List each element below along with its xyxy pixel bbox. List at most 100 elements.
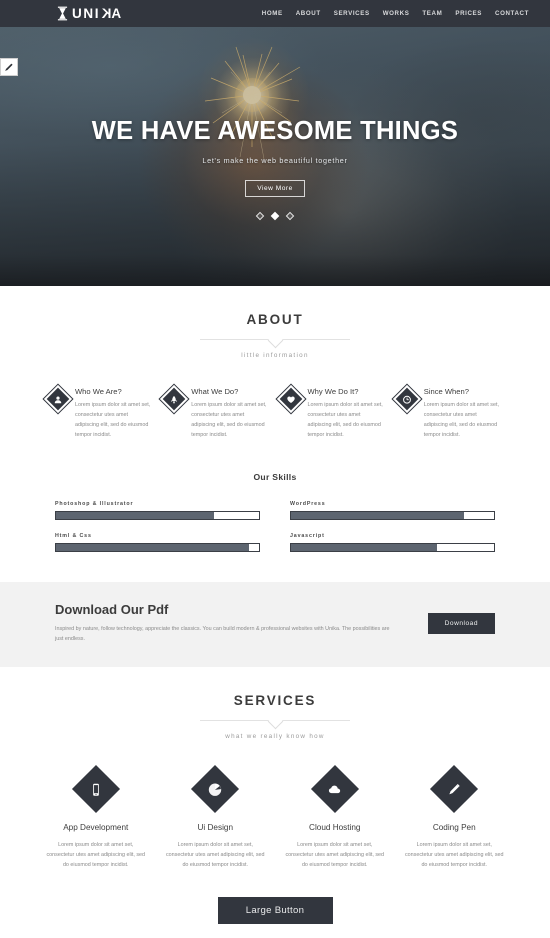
about-card-title: Why We Do It? xyxy=(307,387,359,396)
about-title: ABOUT xyxy=(246,312,304,327)
logo-text-part-a: UNI xyxy=(72,5,101,21)
hero-subtitle: Let's make the web beautiful together xyxy=(202,156,348,165)
about-divider xyxy=(200,339,350,340)
diamond-badge-icon xyxy=(392,384,421,414)
carousel-dot-2[interactable] xyxy=(270,211,280,221)
skill-label: Javascript xyxy=(290,533,325,539)
large-button[interactable]: Large Button xyxy=(217,897,333,925)
download-section: Download Our Pdf Inspired by nature, fol… xyxy=(0,582,550,667)
skill-progress-fill xyxy=(56,544,249,551)
skill-progress-track xyxy=(55,511,260,520)
service-title: Coding Pen xyxy=(432,822,476,832)
rocket-glyph-icon xyxy=(171,395,178,403)
site-header: UNIKA HOME ABOUT SERVICES WORKS TEAM PRI… xyxy=(0,0,550,27)
skill-progress-fill xyxy=(291,512,464,519)
services-cards: App Development Lorem ipsum dolor sit am… xyxy=(0,764,550,871)
skill-progress-fill xyxy=(56,512,215,519)
edit-toggle-button[interactable] xyxy=(0,58,18,76)
nav-item-services[interactable]: SERVICES xyxy=(334,10,370,17)
about-cards: Who We Are? Lorem ipsum dolor sit amet s… xyxy=(0,384,550,440)
about-card-text: Lorem ipsum dolor sit amet set, consecte… xyxy=(423,402,499,438)
service-text: Lorem ipsum dolor sit amet set, consecte… xyxy=(404,841,504,869)
logo-text-part-b: A xyxy=(111,5,123,21)
service-card: App Development Lorem ipsum dolor sit am… xyxy=(40,764,152,871)
download-title: Download Our Pdf xyxy=(55,602,169,617)
skill-item: Javascript xyxy=(290,533,495,552)
service-icon-badge xyxy=(191,764,240,813)
about-section: ABOUT little information Who We Are? Lor… xyxy=(0,286,550,440)
about-card-body: Since When? Lorem ipsum dolor sit amet s… xyxy=(424,387,502,440)
hero-title: WE HAVE AWESOME THINGS xyxy=(91,117,459,145)
skill-progress-fill xyxy=(291,544,438,551)
services-subtitle: what we really know how xyxy=(225,732,325,740)
pen-icon xyxy=(449,782,460,794)
nav-item-home[interactable]: HOME xyxy=(262,10,283,17)
hero-content: WE HAVE AWESOME THINGS Let's make the we… xyxy=(0,27,550,286)
cloud-icon xyxy=(328,784,340,792)
nav-item-prices[interactable]: PRICES xyxy=(455,10,482,17)
skills-grid: Photoshop & Illustrator WordPress Html &… xyxy=(0,501,550,552)
nav-item-works[interactable]: WORKS xyxy=(383,10,410,17)
download-button[interactable]: Download xyxy=(427,612,495,634)
skills-section: Our Skills Photoshop & Illustrator WordP… xyxy=(0,472,550,552)
about-card: Since When? Lorem ipsum dolor sit amet s… xyxy=(392,384,502,440)
skills-title: Our Skills xyxy=(253,472,297,482)
skill-label: Photoshop & Illustrator xyxy=(55,501,134,507)
service-icon-badge xyxy=(430,764,479,813)
service-card: Coding Pen Lorem ipsum dolor sit amet se… xyxy=(399,764,511,871)
diamond-badge-icon xyxy=(276,384,305,414)
service-text: Lorem ipsum dolor sit amet set, consecte… xyxy=(285,841,385,869)
service-title: Ui Design xyxy=(197,822,234,832)
carousel-dot-1[interactable] xyxy=(255,211,265,221)
about-subtitle: little information xyxy=(241,352,309,359)
about-card-body: Why We Do It? Lorem ipsum dolor sit amet… xyxy=(308,387,386,440)
about-card-text: Lorem ipsum dolor sit amet set, consecte… xyxy=(307,402,383,438)
view-more-button[interactable]: View More xyxy=(245,180,305,197)
services-section: SERVICES what we really know how App Dev… xyxy=(0,667,550,938)
service-card: Cloud Hosting Lorem ipsum dolor sit amet… xyxy=(279,764,391,871)
about-card-body: Who We Are? Lorem ipsum dolor sit amet s… xyxy=(75,387,153,440)
logo-text: UNIKA xyxy=(72,5,123,21)
about-card-body: What We Do? Lorem ipsum dolor sit amet s… xyxy=(191,387,269,440)
skill-item: Html & Css xyxy=(55,533,260,552)
service-text: Lorem ipsum dolor sit amet set, consecte… xyxy=(165,841,265,869)
main-navigation: HOME ABOUT SERVICES WORKS TEAM PRICES CO… xyxy=(262,10,529,17)
about-card: Who We Are? Lorem ipsum dolor sit amet s… xyxy=(43,384,153,440)
nav-item-team[interactable]: TEAM xyxy=(422,10,442,17)
heart-glyph-icon xyxy=(286,395,295,403)
mobile-phone-icon xyxy=(92,782,99,795)
diamond-badge-icon xyxy=(43,384,73,414)
service-title: Cloud Hosting xyxy=(309,822,361,832)
about-card-title: What We Do? xyxy=(191,387,239,396)
hero-section: WE HAVE AWESOME THINGS Let's make the we… xyxy=(0,27,550,286)
diamond-badge-icon xyxy=(160,384,189,414)
pie-chart-icon xyxy=(209,782,222,795)
logo-text-reversed-k: K xyxy=(100,5,112,21)
skill-item: WordPress xyxy=(290,501,495,520)
service-icon-badge xyxy=(310,764,359,813)
nav-item-about[interactable]: ABOUT xyxy=(296,10,321,17)
skill-progress-track xyxy=(290,511,495,520)
carousel-dot-3[interactable] xyxy=(285,211,295,221)
carousel-indicators xyxy=(255,211,295,221)
service-text: Lorem ipsum dolor sit amet set, consecte… xyxy=(46,841,146,869)
services-title: SERVICES xyxy=(233,692,317,708)
skill-item: Photoshop & Illustrator xyxy=(55,501,260,520)
skill-progress-track xyxy=(55,543,260,552)
about-card-text: Lorem ipsum dolor sit amet set, consecte… xyxy=(191,402,267,438)
nav-item-contact[interactable]: CONTACT xyxy=(495,10,529,17)
about-card-title: Since When? xyxy=(423,387,469,396)
download-description: Inspired by nature, follow technology, a… xyxy=(55,626,390,643)
users-glyph-icon xyxy=(54,395,62,403)
download-text-block: Download Our Pdf Inspired by nature, fol… xyxy=(55,602,428,645)
about-card-text: Lorem ipsum dolor sit amet set, consecte… xyxy=(75,402,151,438)
about-card: Why We Do It? Lorem ipsum dolor sit amet… xyxy=(276,384,386,440)
site-logo[interactable]: UNIKA xyxy=(57,6,123,21)
services-heading: SERVICES what we really know how xyxy=(0,693,550,740)
about-heading: ABOUT little information xyxy=(0,312,550,359)
about-card-title: Who We Are? xyxy=(75,387,122,396)
skill-progress-track xyxy=(290,543,495,552)
services-divider xyxy=(200,719,350,721)
large-button-wrap: Large Button xyxy=(0,897,550,938)
skill-label: WordPress xyxy=(290,501,326,507)
